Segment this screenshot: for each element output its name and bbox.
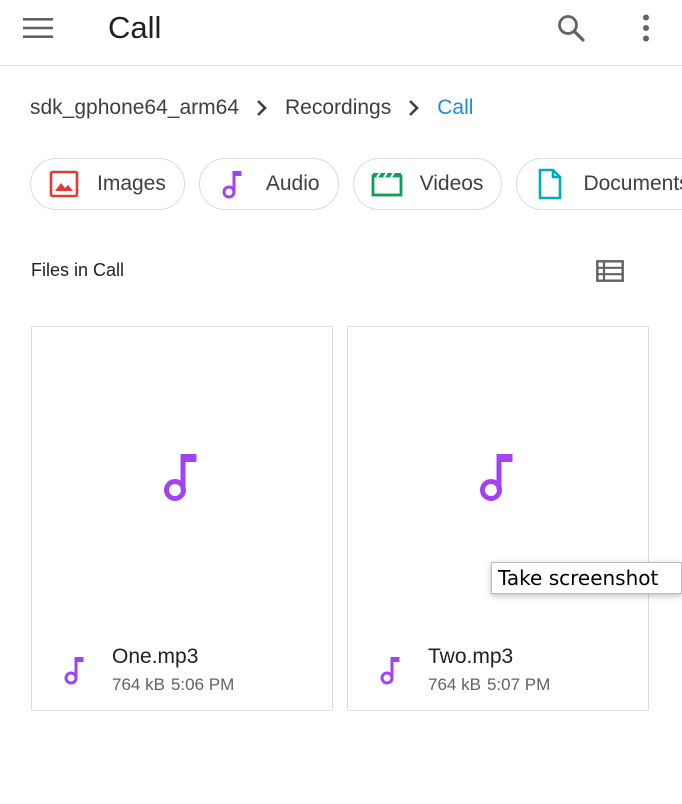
file-size: 764 kB [112, 675, 165, 694]
list-view-icon [596, 260, 624, 282]
breadcrumb-item-recordings[interactable]: Recordings [285, 96, 391, 120]
chip-images[interactable]: Images [30, 158, 185, 210]
music-note-icon [164, 454, 197, 501]
chip-label: Audio [265, 172, 320, 195]
page-title: Call [108, 10, 162, 45]
chip-label: Documents [583, 172, 682, 195]
chevron-right-icon [239, 99, 285, 117]
file-thumbnail [32, 327, 332, 627]
music-note-icon [62, 653, 88, 687]
file-info: 764 kB 5:07 PM [428, 675, 550, 695]
music-note-icon [480, 454, 513, 501]
top-app-bar: Call [0, 0, 682, 66]
file-name: Two.mp3 [428, 645, 514, 668]
more-options-button[interactable] [628, 9, 664, 47]
chip-audio[interactable]: Audio [198, 158, 339, 210]
file-time: 5:07 PM [486, 675, 551, 694]
search-icon [558, 15, 585, 42]
chevron-right-icon [391, 99, 437, 117]
filter-chips: Images Audio Videos Documents [30, 158, 682, 210]
file-card[interactable]: Two.mp3 764 kB 5:07 PM [347, 326, 649, 711]
screenshot-tooltip: Take screenshot [491, 562, 682, 594]
breadcrumb: sdk_gphone64_arm64 Recordings Call [30, 92, 473, 124]
breadcrumb-item-current[interactable]: Call [437, 96, 473, 120]
more-vert-icon [643, 14, 649, 42]
search-button[interactable] [552, 9, 590, 47]
file-name: One.mp3 [112, 645, 199, 668]
file-time: 5:06 PM [170, 675, 235, 694]
chip-videos[interactable]: Videos [352, 158, 503, 210]
section-title: Files in Call [31, 260, 125, 280]
menu-icon [23, 18, 53, 38]
chip-label: Images [97, 172, 166, 195]
music-note-icon [216, 167, 250, 201]
document-icon [533, 167, 567, 201]
file-card[interactable]: One.mp3 764 kB 5:06 PM [31, 326, 333, 711]
movie-icon [370, 167, 404, 201]
file-info: 764 kB 5:06 PM [112, 675, 234, 695]
chip-label: Videos [419, 172, 484, 195]
chip-documents[interactable]: Documents [516, 158, 682, 210]
file-size: 764 kB [428, 675, 481, 694]
breadcrumb-item-device[interactable]: sdk_gphone64_arm64 [30, 96, 239, 120]
view-toggle-button[interactable] [590, 254, 630, 288]
menu-button[interactable] [18, 11, 58, 45]
music-note-icon [378, 653, 404, 687]
image-icon [47, 167, 81, 201]
